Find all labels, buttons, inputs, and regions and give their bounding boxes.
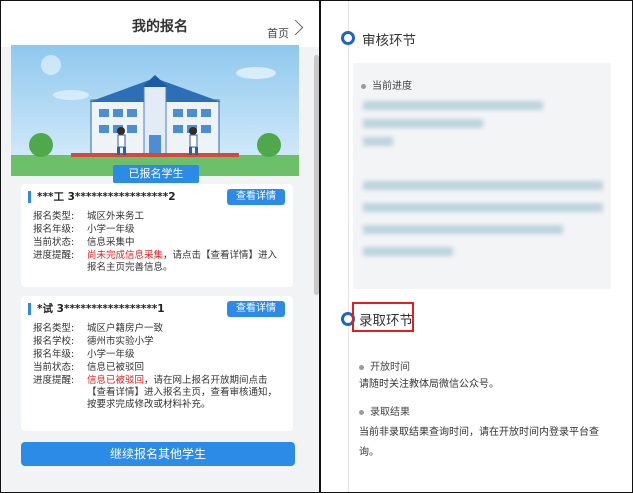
- open-time-text: 请随时关注教体局微信公众号。: [359, 379, 499, 390]
- timeline-line: [348, 1, 349, 492]
- continue-registration-button[interactable]: 继续报名其他学生: [21, 442, 295, 466]
- info-row: 报名学校: 德州市实验小学: [33, 336, 154, 347]
- review-stage-title: 审核环节: [362, 33, 416, 49]
- highlight-box: [352, 302, 414, 332]
- info-row: 报名年级: 小学一年级: [33, 224, 135, 235]
- blurred-text: [363, 247, 453, 256]
- review-detail-box: 当前进度: [353, 63, 611, 289]
- view-details-button[interactable]: 查看详情: [227, 189, 285, 205]
- info-row: 报名年级: 小学一年级: [33, 349, 135, 360]
- blurred-text: [363, 203, 603, 212]
- blurred-text: [363, 181, 603, 190]
- current-progress-label: 当前进度: [361, 77, 412, 92]
- info-row: 当前状态: 信息采集中: [33, 237, 135, 248]
- info-row: 报名类型: 城区外来务工: [33, 211, 145, 222]
- info-row: 报名类型: 城区户籍房户一致: [33, 323, 164, 334]
- progress-timeline: 审核环节 当前进度 录取环节 开放时间 请随时关注教体局微信公众号。 录取结果 …: [321, 1, 632, 492]
- timeline-node-icon: [341, 31, 355, 45]
- view-details-button[interactable]: 查看详情: [227, 301, 285, 317]
- student-name: ***工 3*****************2: [28, 191, 176, 203]
- bullet-icon: [361, 83, 366, 89]
- open-time-label: 开放时间: [359, 358, 410, 373]
- result-text: 当前非录取结果查询时间，请在开放时间内登录平台查询。: [359, 427, 599, 458]
- blurred-text: [363, 119, 483, 128]
- home-link[interactable]: 首页: [267, 25, 289, 41]
- blurred-text: [363, 137, 393, 146]
- progress-reminder: 进度提醒: 信息已被驳回，请在网上报名开放期间点击【查看详情】进入报名主页，查看审…: [33, 375, 278, 410]
- result-label: 录取结果: [359, 403, 410, 418]
- info-row: 当前状态: 信息已被驳回: [33, 362, 145, 373]
- bullet-icon: [359, 364, 364, 370]
- header: 我的报名 首页: [1, 1, 319, 47]
- school-banner-illustration: [11, 45, 299, 176]
- bullet-icon: [359, 409, 364, 415]
- progress-reminder: 进度提醒: 尚未完成信息采集，请点击【查看详情】进入报名主页完善信息。: [33, 250, 278, 273]
- student-card: *试 3*****************1 查看详情 报名类型: 城区户籍房户一…: [21, 296, 293, 431]
- blurred-text: [363, 101, 543, 110]
- registered-students-tag: 已报名学生: [113, 165, 199, 183]
- blurred-text: [363, 225, 563, 234]
- student-card: ***工 3*****************2 查看详情 报名类型: 城区外来务…: [21, 184, 293, 287]
- student-name: *试 3*****************1: [28, 303, 165, 315]
- my-registration-page: 我的报名 首页 已报名学生 ***工 3*****************2 查…: [1, 1, 319, 492]
